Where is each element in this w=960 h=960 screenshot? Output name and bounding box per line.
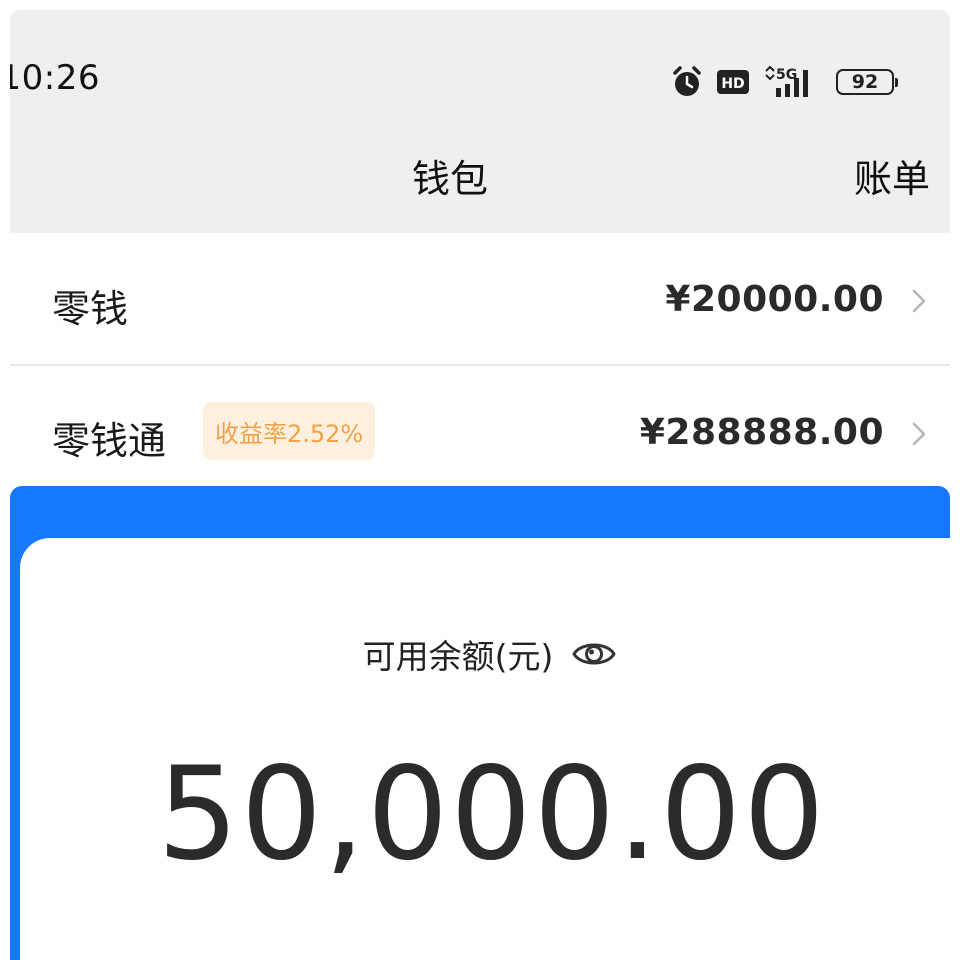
balance-amount: 50,000.00	[157, 740, 827, 889]
change-label: 零钱	[52, 287, 129, 331]
signal-5g-icon: 5G	[762, 64, 818, 100]
battery-level: 92	[851, 70, 879, 93]
status-icons: HD 5G 92	[670, 62, 898, 102]
change-pass-label: 零钱通	[52, 419, 167, 463]
eye-icon[interactable]	[571, 637, 617, 671]
header-area: 10:26 HD 5G 92 钱包 账单	[10, 10, 950, 233]
alarm-icon	[670, 65, 704, 99]
page-title: 钱包	[411, 157, 488, 201]
change-row[interactable]: 零钱 ¥20000.00	[10, 233, 950, 363]
chevron-right-icon	[912, 422, 926, 446]
balance-header: 可用余额(元)	[0, 630, 960, 678]
chevron-right-icon	[912, 289, 926, 313]
balance-label: 可用余额(元)	[362, 637, 554, 676]
bill-button[interactable]: 账单	[854, 148, 930, 203]
change-pass-amount: ¥288888.00	[639, 412, 884, 453]
status-time: 10:26	[10, 58, 100, 98]
wallet-screen: 10:26 HD 5G 92 钱包 账单 零钱 ¥20000.00 零钱通 收益…	[0, 0, 960, 960]
change-amount: ¥20000.00	[665, 279, 884, 320]
change-pass-row[interactable]: 零钱通 收益率2.52% ¥288888.00	[10, 366, 950, 496]
hd-text: HD	[721, 76, 744, 92]
hd-icon: HD	[716, 68, 750, 96]
battery-icon: 92	[836, 69, 898, 95]
yield-rate-badge: 收益率2.52%	[203, 402, 376, 460]
